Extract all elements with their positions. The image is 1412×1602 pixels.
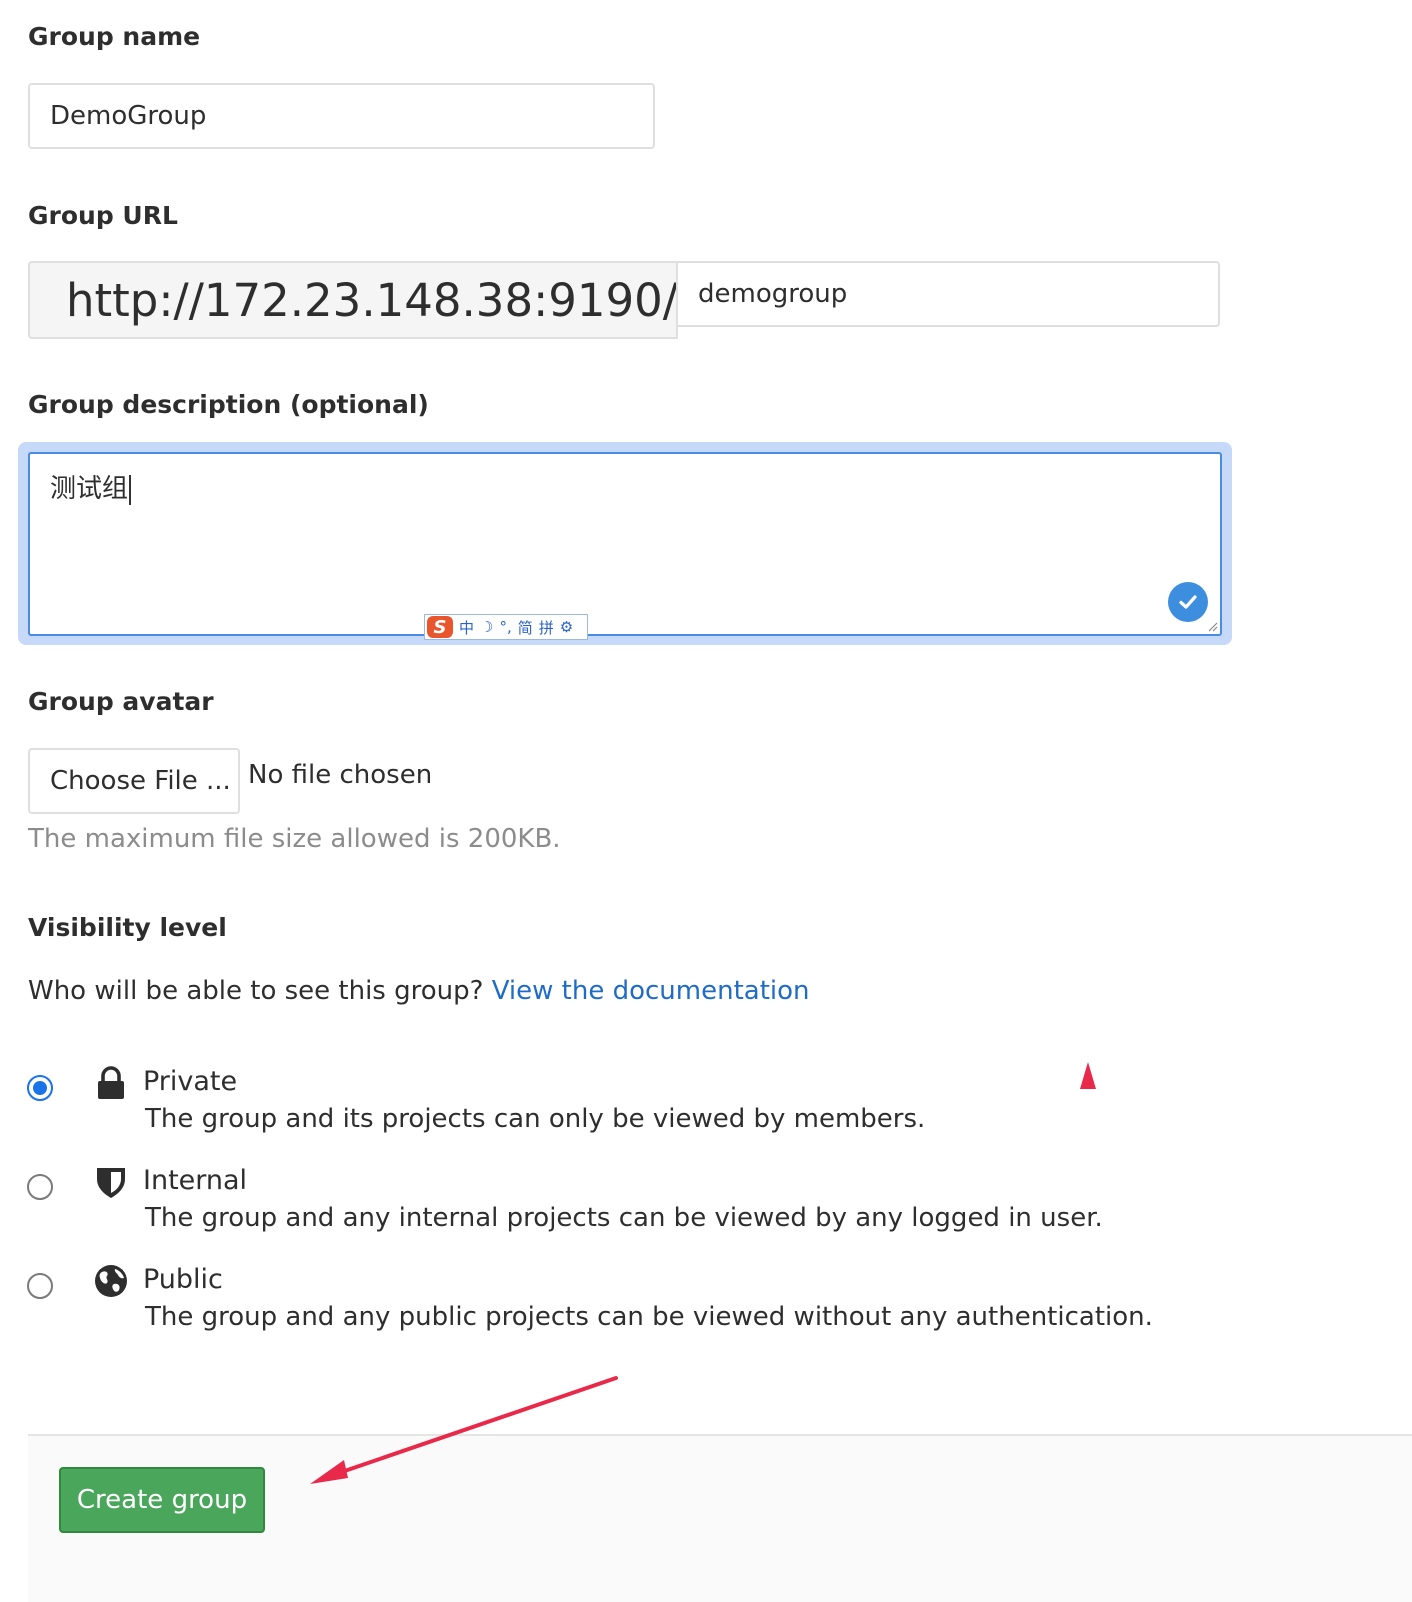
check-icon [1168, 582, 1208, 622]
group-path-value: demogroup [698, 279, 848, 309]
visibility-internal-description: The group and any internal projects can … [145, 1203, 1103, 1233]
lock-icon [98, 1066, 124, 1099]
group-name-label: Group name [28, 22, 201, 51]
ime-simplified[interactable]: 简 [518, 617, 533, 638]
group-name-value: DemoGroup [50, 101, 207, 131]
ime-pinyin[interactable]: 拼 [539, 617, 554, 638]
visibility-public-title: Public [143, 1264, 223, 1295]
visibility-private-description: The group and its projects can only be v… [145, 1104, 926, 1134]
annotation-cursor-icon [1080, 1062, 1096, 1089]
visibility-private-title: Private [143, 1066, 238, 1097]
radio-internal[interactable] [27, 1174, 53, 1200]
visibility-question: Who will be able to see this group? View… [28, 976, 810, 1006]
group-description-text: 测试组 [50, 468, 132, 505]
avatar-help-text: The maximum file size allowed is 200KB. [28, 824, 561, 854]
ime-toolbar[interactable]: S 中 ☽ °, 简 拼 ⚙ [424, 614, 588, 640]
documentation-link[interactable]: View the documentation [492, 976, 810, 1006]
visibility-question-text: Who will be able to see this group? [28, 976, 484, 1006]
group-avatar-label: Group avatar [28, 687, 214, 716]
visibility-internal-title: Internal [143, 1165, 248, 1196]
group-description-textarea[interactable]: 测试组 [28, 452, 1222, 636]
ime-logo-icon[interactable]: S [427, 616, 453, 638]
shield-icon [97, 1168, 125, 1198]
ime-mode-chinese[interactable]: 中 [459, 617, 474, 638]
group-url-label: Group URL [28, 201, 178, 230]
ime-settings-icon[interactable]: ⚙ [560, 618, 573, 636]
text-caret [129, 474, 132, 505]
choose-file-button[interactable]: Choose File ... [28, 748, 240, 814]
globe-icon [95, 1265, 127, 1297]
group-url-prefix-text: http://172.23.148.38:9190/ [66, 273, 678, 327]
radio-private[interactable] [27, 1075, 53, 1101]
visibility-public-description: The group and any public projects can be… [145, 1302, 1153, 1332]
visibility-label: Visibility level [28, 913, 227, 942]
group-description-value: 测试组 [50, 474, 129, 504]
group-path-input[interactable]: demogroup [676, 261, 1220, 327]
group-description-label: Group description (optional) [28, 390, 429, 419]
file-status: No file chosen [248, 760, 433, 790]
ime-moon-icon[interactable]: ☽ [480, 618, 493, 636]
group-name-input[interactable]: DemoGroup [28, 83, 655, 149]
ime-punctuation[interactable]: °, [499, 618, 511, 636]
resize-handle-icon[interactable] [1206, 620, 1218, 632]
create-group-button[interactable]: Create group [59, 1467, 265, 1533]
radio-public[interactable] [27, 1273, 53, 1299]
group-url-prefix: http://172.23.148.38:9190/ [28, 261, 678, 339]
